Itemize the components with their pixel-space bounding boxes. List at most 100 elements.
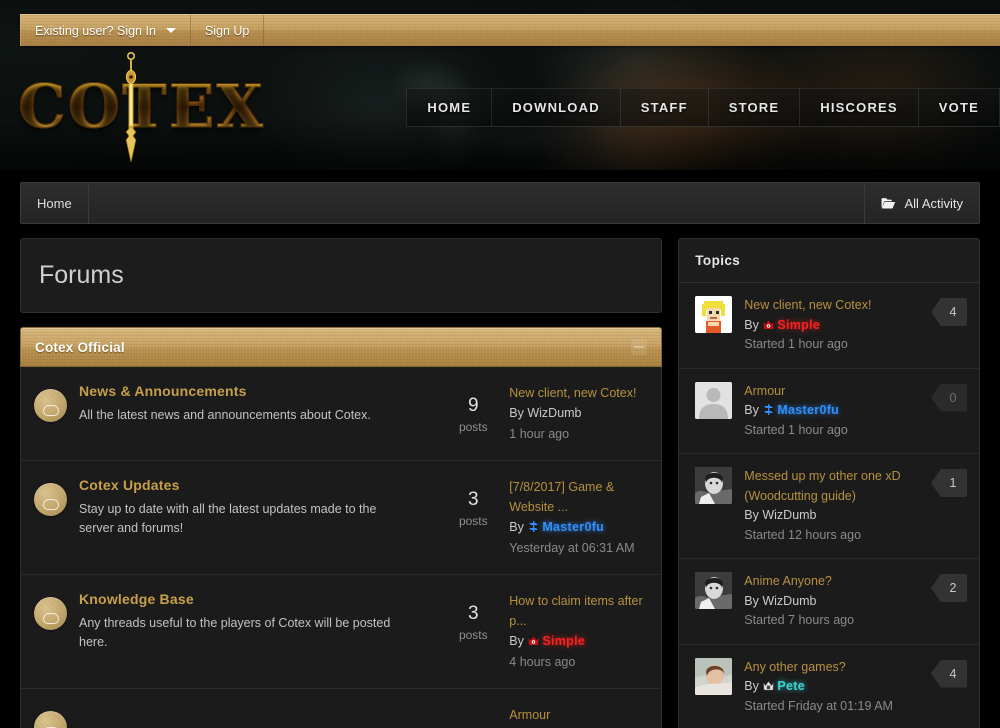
table-row[interactable]: News & Announcements All the latest news… bbox=[21, 367, 661, 461]
topic-started-time: Started Friday at 01:19 AM bbox=[744, 697, 915, 717]
sign-in-button[interactable]: Existing user? Sign In bbox=[20, 15, 191, 46]
topic-info: Any other games? By Pete Started Friday … bbox=[744, 658, 915, 717]
topic-title-link[interactable]: Anime Anyone? bbox=[744, 572, 915, 592]
topic-title-link[interactable]: Armour bbox=[744, 382, 915, 402]
main-navigation: HOME DOWNLOAD STAFF STORE HISCORES VOTE bbox=[406, 88, 1000, 127]
forum-icon-cell bbox=[21, 705, 79, 728]
topic-author: By WizDumb bbox=[744, 506, 915, 526]
author-name[interactable]: Simple bbox=[542, 634, 585, 648]
by-prefix: By bbox=[744, 318, 762, 332]
table-row[interactable]: Knowledge Base Any threads useful to the… bbox=[21, 575, 661, 689]
last-post-title-link[interactable]: [7/8/2017] Game & Website ... bbox=[509, 477, 649, 518]
forum-last-post: How to claim items after p... By Simple … bbox=[509, 591, 661, 672]
breadcrumb-spacer bbox=[89, 183, 865, 223]
list-item[interactable]: Messed up my other one xD (Woodcutting g… bbox=[679, 454, 979, 559]
rank-icon-blue bbox=[527, 519, 540, 532]
list-item[interactable]: Armour By Master0fu Started 1 hour ago 0 bbox=[679, 369, 979, 455]
author-name[interactable]: WizDumb bbox=[527, 406, 581, 420]
site-logo[interactable]: COTEX bbox=[18, 52, 258, 162]
topic-author: By Simple bbox=[744, 316, 915, 336]
crown-icon-red bbox=[762, 318, 775, 331]
last-post-author: By WizDumb bbox=[509, 403, 649, 423]
forum-name-link[interactable]: News & Announcements bbox=[79, 383, 247, 399]
last-post-time: 1 hour ago bbox=[509, 424, 649, 444]
user-bar: Existing user? Sign In Sign Up bbox=[20, 14, 1000, 46]
topic-title-link[interactable]: New client, new Cotex! bbox=[744, 296, 915, 316]
avatar bbox=[695, 658, 732, 695]
category-title: Cotex Official bbox=[35, 340, 125, 355]
list-item[interactable]: Anime Anyone? By WizDumb Started 7 hours… bbox=[679, 559, 979, 645]
forum-list: News & Announcements All the latest news… bbox=[20, 367, 662, 728]
nav-item-home[interactable]: HOME bbox=[406, 88, 491, 127]
breadcrumb-item-home[interactable]: Home bbox=[21, 183, 89, 223]
by-prefix: By bbox=[509, 406, 527, 420]
author-name[interactable]: Pete bbox=[777, 679, 805, 693]
forum-info: Knowledge Base Any threads useful to the… bbox=[79, 591, 437, 653]
nav-item-download[interactable]: DOWNLOAD bbox=[491, 88, 620, 127]
topic-info: Anime Anyone? By WizDumb Started 7 hours… bbox=[744, 572, 915, 631]
forum-icon-cell bbox=[21, 477, 79, 516]
forum-info: News & Announcements All the latest news… bbox=[79, 383, 437, 425]
forum-name-link[interactable]: Cotex Updates bbox=[79, 477, 180, 493]
speech-bubble-icon bbox=[34, 483, 67, 516]
post-count-label: posts bbox=[437, 514, 509, 528]
sign-up-button[interactable]: Sign Up bbox=[191, 15, 264, 46]
author-name[interactable]: WizDumb bbox=[762, 594, 816, 608]
crown-icon-red bbox=[527, 633, 540, 646]
page-title: Forums bbox=[39, 261, 643, 290]
sidebar-title: Topics bbox=[695, 253, 963, 268]
by-prefix: By bbox=[744, 403, 762, 417]
forum-info bbox=[79, 705, 437, 720]
sidebar: Topics bbox=[678, 238, 980, 728]
author-name[interactable]: Master0fu bbox=[777, 403, 839, 417]
topic-author: By Pete bbox=[744, 677, 915, 697]
avatar bbox=[695, 467, 732, 504]
list-item[interactable]: New client, new Cotex! By Simple Started… bbox=[679, 283, 979, 369]
post-count-label: posts bbox=[437, 628, 509, 642]
forum-description: Any threads useful to the players of Cot… bbox=[79, 614, 409, 653]
nav-item-staff[interactable]: STAFF bbox=[620, 88, 708, 127]
post-count-value: 3 bbox=[437, 603, 509, 625]
table-row[interactable]: Cotex Updates Stay up to date with all t… bbox=[21, 461, 661, 575]
logo-text: COTEX bbox=[18, 72, 265, 142]
nav-item-store[interactable]: STORE bbox=[708, 88, 800, 127]
list-item[interactable]: Any other games? By Pete Started Friday … bbox=[679, 645, 979, 728]
forum-description: Stay up to date with all the latest upda… bbox=[79, 500, 409, 539]
topic-info: New client, new Cotex! By Simple Started… bbox=[744, 296, 915, 355]
sign-in-label: Existing user? Sign In bbox=[35, 24, 156, 38]
sign-up-label: Sign Up bbox=[205, 24, 249, 38]
last-post-title-link[interactable]: New client, new Cotex! bbox=[509, 383, 649, 403]
by-prefix: By bbox=[744, 594, 762, 608]
table-row[interactable]: Armour bbox=[21, 689, 661, 728]
last-post-title-link[interactable]: How to claim items after p... bbox=[509, 591, 649, 632]
author-name[interactable]: Master0fu bbox=[542, 520, 604, 534]
forum-name-link[interactable]: Knowledge Base bbox=[79, 591, 194, 607]
collapse-icon[interactable] bbox=[631, 339, 647, 355]
topic-title-link[interactable]: Any other games? bbox=[744, 658, 915, 678]
topic-info: Armour By Master0fu Started 1 hour ago bbox=[744, 382, 915, 441]
topic-info: Messed up my other one xD (Woodcutting g… bbox=[744, 467, 915, 545]
site-header: Existing user? Sign In Sign Up COTEX HOM… bbox=[0, 0, 1000, 170]
author-name[interactable]: WizDumb bbox=[762, 508, 816, 522]
reply-count-badge: 0 bbox=[931, 384, 967, 412]
last-post-time: 4 hours ago bbox=[509, 652, 649, 672]
speech-bubble-icon bbox=[34, 389, 67, 422]
topic-started-time: Started 1 hour ago bbox=[744, 421, 915, 441]
post-count-value: 9 bbox=[437, 395, 509, 417]
author-name[interactable]: Simple bbox=[777, 318, 820, 332]
main-column: Forums Cotex Official News & Announcemen… bbox=[20, 238, 662, 728]
topic-started-time: Started 1 hour ago bbox=[744, 335, 915, 355]
all-activity-button[interactable]: All Activity bbox=[864, 183, 979, 223]
forum-icon-cell bbox=[21, 383, 79, 422]
topic-author: By Master0fu bbox=[744, 401, 915, 421]
breadcrumb: Home All Activity bbox=[20, 182, 980, 224]
nav-item-vote[interactable]: VOTE bbox=[918, 88, 1000, 127]
last-post-title-link[interactable]: Armour bbox=[509, 705, 649, 725]
topic-title-link[interactable]: Messed up my other one xD (Woodcutting g… bbox=[744, 467, 915, 506]
by-prefix: By bbox=[509, 634, 527, 648]
page-body: Forums Cotex Official News & Announcemen… bbox=[20, 238, 980, 728]
category-header-cotex-official[interactable]: Cotex Official bbox=[20, 327, 662, 367]
nav-item-hiscores[interactable]: HISCORES bbox=[799, 88, 918, 127]
post-count-value: 3 bbox=[437, 489, 509, 511]
reply-count-badge: 1 bbox=[931, 469, 967, 497]
